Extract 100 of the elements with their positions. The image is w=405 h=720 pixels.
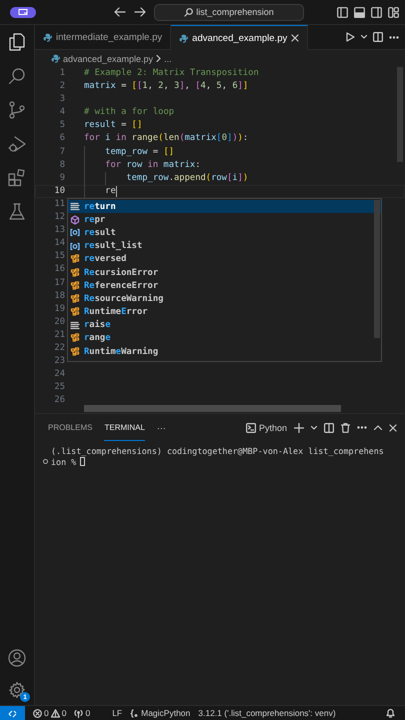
line-number: 5 <box>58 119 65 132</box>
warning-count: 0 <box>62 708 66 718</box>
line-number: 15 <box>53 250 65 264</box>
back-arrow-icon[interactable] <box>114 7 126 17</box>
code-line: # with a for loop <box>84 106 174 120</box>
antenna-icon <box>74 708 84 718</box>
interpreter-status[interactable]: 3.12.1 ('.list_comprehensions': venv) <box>198 708 336 718</box>
source-control-icon[interactable] <box>8 101 26 119</box>
more-icon[interactable] <box>389 36 399 38</box>
trash-icon[interactable] <box>341 422 350 432</box>
more-icon[interactable] <box>357 426 367 429</box>
suggestion-item[interactable]: raise <box>68 318 381 332</box>
braces-icon <box>130 708 140 718</box>
line-number: 8 <box>58 158 65 172</box>
suggestion-item[interactable]: repr <box>68 213 381 226</box>
suggestion-item[interactable]: RuntimeWarning <box>68 345 381 358</box>
suggestion-label: range <box>84 333 110 344</box>
scrollbar-thumb[interactable] <box>84 405 341 412</box>
search-icon[interactable] <box>8 67 26 85</box>
line-number: 22 <box>53 342 65 355</box>
run-icon[interactable] <box>346 32 355 42</box>
remote-indicator[interactable] <box>0 706 25 720</box>
keyword-icon <box>70 202 80 212</box>
split-editor-icon[interactable] <box>373 32 383 42</box>
line-number: 19 <box>53 302 65 316</box>
code-line: temp_row.append(row[i]) <box>84 172 248 185</box>
breadcrumb-item[interactable]: advanced_example.py <box>63 54 154 64</box>
text-cursor <box>116 186 117 197</box>
forward-arrow-icon[interactable] <box>134 7 146 17</box>
customize-layout-icon[interactable] <box>388 6 399 18</box>
run-debug-icon[interactable] <box>8 135 26 153</box>
class-icon <box>70 254 80 264</box>
line-number: 23 <box>53 355 65 368</box>
suggestion-label: RuntimeError <box>84 307 148 318</box>
suggestion-label: raise <box>84 320 110 330</box>
line-number: 11 <box>53 198 65 211</box>
editor-tab[interactable]: advanced_example.py <box>171 25 308 50</box>
close-icon[interactable] <box>291 34 300 42</box>
python-file-icon <box>43 33 52 42</box>
window-icon <box>18 8 28 16</box>
suggestion-item[interactable]: RuntimeError <box>68 306 381 319</box>
scrollbar-thumb[interactable] <box>397 67 403 162</box>
line-number: 2 <box>58 80 65 94</box>
settings-icon[interactable] <box>8 681 26 699</box>
extensions-icon[interactable] <box>8 169 26 187</box>
suggestion-item[interactable]: reversed <box>68 252 381 266</box>
language-status[interactable]: MagicPython <box>130 708 190 718</box>
line-number: 7 <box>58 146 65 159</box>
suggestion-label: ReferenceError <box>84 280 158 291</box>
close-icon[interactable] <box>389 424 397 432</box>
sidebar-layout-icon[interactable] <box>337 6 348 18</box>
error-icon <box>33 708 42 718</box>
line-ending-status[interactable]: LF <box>112 708 122 718</box>
class-icon <box>70 333 80 344</box>
panel-layout-icon[interactable] <box>354 6 365 18</box>
split-terminal-icon[interactable] <box>324 422 334 432</box>
chevron-up-icon[interactable] <box>374 425 382 430</box>
command-search-field[interactable]: list_comprehension <box>154 4 304 20</box>
suggestion-item[interactable]: ReferenceError <box>68 279 381 292</box>
suggestion-item[interactable]: range <box>68 332 381 346</box>
line-number: 6 <box>58 132 65 146</box>
terminal-cursor <box>80 457 86 466</box>
secondary-sidebar-icon[interactable] <box>371 6 382 18</box>
bell-icon[interactable] <box>386 708 395 718</box>
tab-label: intermediate_example.py <box>56 32 162 43</box>
breadcrumb-item[interactable]: ... <box>164 54 172 64</box>
terminal-output: (.list_comprehensions) codingtogether@MBP-von-Alex list_comprehens <box>51 446 384 456</box>
terminal-icon <box>246 422 256 432</box>
terminal-selector[interactable]: Python <box>246 422 287 432</box>
problems-status[interactable]: 0 0 <box>33 708 66 718</box>
code-line: result = [] <box>84 119 142 132</box>
files-icon[interactable] <box>8 33 26 51</box>
remote-window-button[interactable] <box>10 6 36 18</box>
suggestion-item[interactable]: return <box>68 200 381 214</box>
suggestion-item[interactable]: result_list <box>68 240 381 253</box>
suggestion-label: result_list <box>84 241 142 252</box>
chevron-down-icon[interactable] <box>361 35 367 39</box>
line-number: 20 <box>53 316 65 329</box>
panel-tab[interactable]: TERMINAL <box>104 414 145 441</box>
tab-label: advanced_example.py <box>192 32 288 44</box>
line-number: 17 <box>53 276 65 290</box>
ports-count: 0 <box>85 708 90 718</box>
code-line: for i in range(len(matrix[0])): <box>84 132 248 146</box>
panel-tab[interactable]: PROBLEMS <box>48 414 92 441</box>
line-number: 16 <box>53 263 65 276</box>
suggestion-label: reversed <box>84 254 126 264</box>
line-number: 13 <box>53 224 65 238</box>
scrollbar-thumb[interactable] <box>374 200 380 338</box>
suggestion-item[interactable]: result <box>68 226 381 240</box>
chevron-down-icon[interactable] <box>311 426 317 430</box>
more-views-button[interactable]: ··· <box>156 422 166 432</box>
class-icon <box>70 280 80 291</box>
line-number: 4 <box>58 106 65 120</box>
account-icon[interactable] <box>8 649 26 667</box>
suggestion-item[interactable]: RecursionError <box>68 266 381 280</box>
suggestion-item[interactable]: ResourceWarning <box>68 292 381 306</box>
ports-status[interactable]: 0 <box>74 708 90 718</box>
beaker-icon[interactable] <box>8 203 26 221</box>
remote-icon <box>8 708 17 718</box>
plus-icon[interactable] <box>294 422 304 432</box>
